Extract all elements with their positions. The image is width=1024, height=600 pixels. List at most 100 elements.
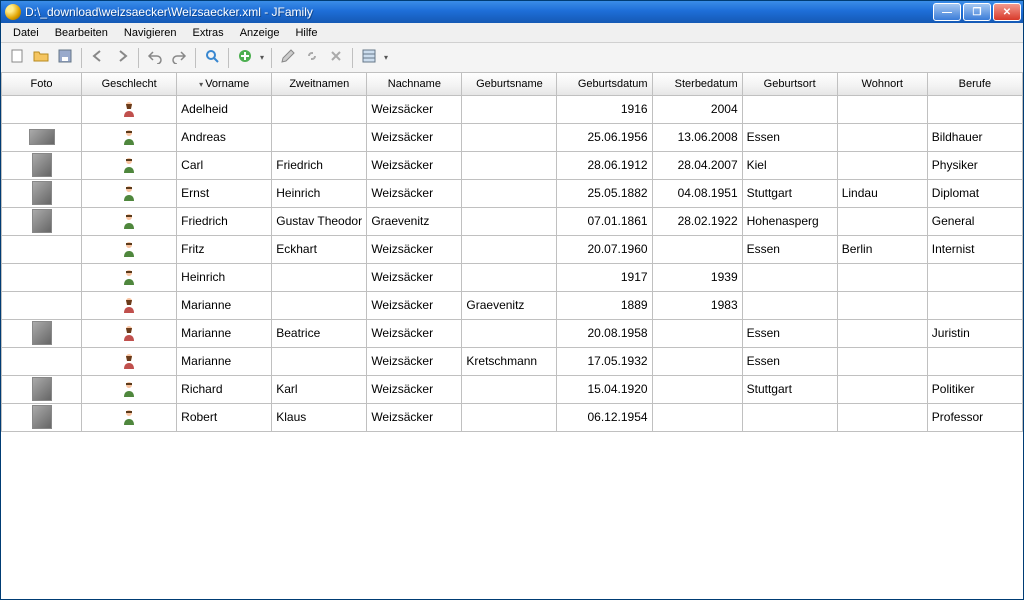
col-geschlecht[interactable]: Geschlecht <box>82 73 177 95</box>
cell-nachname: Graevenitz <box>367 207 462 235</box>
cell-geschlecht <box>82 263 177 291</box>
back-button[interactable] <box>86 46 110 70</box>
col-geburtsdatum[interactable]: Geburtsdatum <box>557 73 652 95</box>
titlebar: D:\_download\weizsaecker\Weizsaecker.xml… <box>1 1 1023 23</box>
table-row[interactable]: RobertKlausWeizsäcker06.12.1954Professor <box>2 403 1023 431</box>
col-geburtsname[interactable]: Geburtsname <box>462 73 557 95</box>
menu-bearbeiten[interactable]: Bearbeiten <box>47 25 116 41</box>
cell-berufe <box>927 263 1022 291</box>
open-button[interactable] <box>29 46 53 70</box>
maximize-button[interactable]: ❐ <box>963 3 991 21</box>
undo-button[interactable] <box>143 46 167 70</box>
table-row[interactable]: CarlFriedrichWeizsäcker28.06.191228.04.2… <box>2 151 1023 179</box>
col-berufe[interactable]: Berufe <box>927 73 1022 95</box>
table-row[interactable]: FriedrichGustav TheodorGraevenitz07.01.1… <box>2 207 1023 235</box>
table-row[interactable]: MarianneBeatriceWeizsäcker20.08.1958Esse… <box>2 319 1023 347</box>
table-row[interactable]: RichardKarlWeizsäcker15.04.1920Stuttgart… <box>2 375 1023 403</box>
photo-thumb <box>32 181 52 205</box>
cell-vorname: Heinrich <box>177 263 272 291</box>
menubar: Datei Bearbeiten Navigieren Extras Anzei… <box>1 23 1023 43</box>
col-sterbedatum[interactable]: Sterbedatum <box>652 73 742 95</box>
cell-geburtsort: Essen <box>742 347 837 375</box>
cell-vorname: Richard <box>177 375 272 403</box>
minimize-icon: — <box>942 7 952 18</box>
table-row[interactable]: AdelheidWeizsäcker19162004 <box>2 95 1023 123</box>
col-vorname[interactable]: ▾Vorname <box>177 73 272 95</box>
new-button[interactable] <box>5 46 29 70</box>
cell-geschlecht <box>82 207 177 235</box>
save-button[interactable] <box>53 46 77 70</box>
add-dropdown[interactable]: ▾ <box>257 53 267 62</box>
col-nachname[interactable]: Nachname <box>367 73 462 95</box>
cell-geburtsname <box>462 319 557 347</box>
cell-foto <box>2 375 82 403</box>
forward-button[interactable] <box>110 46 134 70</box>
close-button[interactable]: ✕ <box>993 3 1021 21</box>
col-geburtsort[interactable]: Geburtsort <box>742 73 837 95</box>
cell-zweitnamen <box>272 347 367 375</box>
cell-wohnort <box>837 207 927 235</box>
table-row[interactable]: HeinrichWeizsäcker19171939 <box>2 263 1023 291</box>
cell-geburtsname <box>462 235 557 263</box>
menu-hilfe[interactable]: Hilfe <box>287 25 325 41</box>
add-button[interactable] <box>233 46 257 70</box>
menu-datei[interactable]: Datei <box>5 25 47 41</box>
cell-foto <box>2 263 82 291</box>
forward-icon <box>114 48 130 67</box>
cell-nachname: Weizsäcker <box>367 319 462 347</box>
cell-sterbedatum: 04.08.1951 <box>652 179 742 207</box>
cell-sterbedatum: 28.02.1922 <box>652 207 742 235</box>
cell-geburtsname <box>462 403 557 431</box>
table-row[interactable]: AndreasWeizsäcker25.06.195613.06.2008Ess… <box>2 123 1023 151</box>
cell-foto <box>2 207 82 235</box>
link-button[interactable] <box>300 46 324 70</box>
cell-foto <box>2 123 82 151</box>
cell-berufe: Bildhauer <box>927 123 1022 151</box>
table-container[interactable]: Foto Geschlecht ▾Vorname Zweitnamen Nach… <box>1 73 1023 599</box>
male-icon <box>120 156 138 174</box>
app-window: D:\_download\weizsaecker\Weizsaecker.xml… <box>0 0 1024 600</box>
col-foto[interactable]: Foto <box>2 73 82 95</box>
cell-geschlecht <box>82 123 177 151</box>
cell-geburtsname <box>462 207 557 235</box>
table-row[interactable]: ErnstHeinrichWeizsäcker25.05.188204.08.1… <box>2 179 1023 207</box>
cell-vorname: Robert <box>177 403 272 431</box>
pencil-icon <box>280 48 296 67</box>
table-row[interactable]: MarianneWeizsäckerGraevenitz18891983 <box>2 291 1023 319</box>
window-buttons: — ❐ ✕ <box>933 3 1021 21</box>
cell-sterbedatum: 1939 <box>652 263 742 291</box>
cell-geburtsname <box>462 179 557 207</box>
cell-foto <box>2 291 82 319</box>
table-row[interactable]: FritzEckhartWeizsäcker20.07.1960EssenBer… <box>2 235 1023 263</box>
menu-anzeige[interactable]: Anzeige <box>232 25 288 41</box>
view-button[interactable] <box>357 46 381 70</box>
photo-thumb <box>29 129 55 145</box>
search-icon <box>204 48 220 67</box>
cell-vorname: Adelheid <box>177 95 272 123</box>
view-dropdown[interactable]: ▾ <box>381 53 391 62</box>
edit-button[interactable] <box>276 46 300 70</box>
search-button[interactable] <box>200 46 224 70</box>
cell-geschlecht <box>82 375 177 403</box>
person-table: Foto Geschlecht ▾Vorname Zweitnamen Nach… <box>1 73 1023 432</box>
cell-sterbedatum: 2004 <box>652 95 742 123</box>
add-icon <box>237 48 253 67</box>
app-icon <box>5 4 21 20</box>
cell-geburtsdatum: 06.12.1954 <box>557 403 652 431</box>
cell-foto <box>2 347 82 375</box>
cell-berufe: Diplomat <box>927 179 1022 207</box>
redo-button[interactable] <box>167 46 191 70</box>
col-wohnort[interactable]: Wohnort <box>837 73 927 95</box>
menu-navigieren[interactable]: Navigieren <box>116 25 185 41</box>
col-zweitnamen[interactable]: Zweitnamen <box>272 73 367 95</box>
delete-button[interactable] <box>324 46 348 70</box>
cell-nachname: Weizsäcker <box>367 291 462 319</box>
close-icon: ✕ <box>1003 7 1011 18</box>
table-row[interactable]: MarianneWeizsäckerKretschmann17.05.1932E… <box>2 347 1023 375</box>
menu-extras[interactable]: Extras <box>185 25 232 41</box>
grid-icon <box>361 48 377 67</box>
minimize-button[interactable]: — <box>933 3 961 21</box>
cell-foto <box>2 151 82 179</box>
cell-wohnort <box>837 347 927 375</box>
female-icon <box>120 100 138 118</box>
